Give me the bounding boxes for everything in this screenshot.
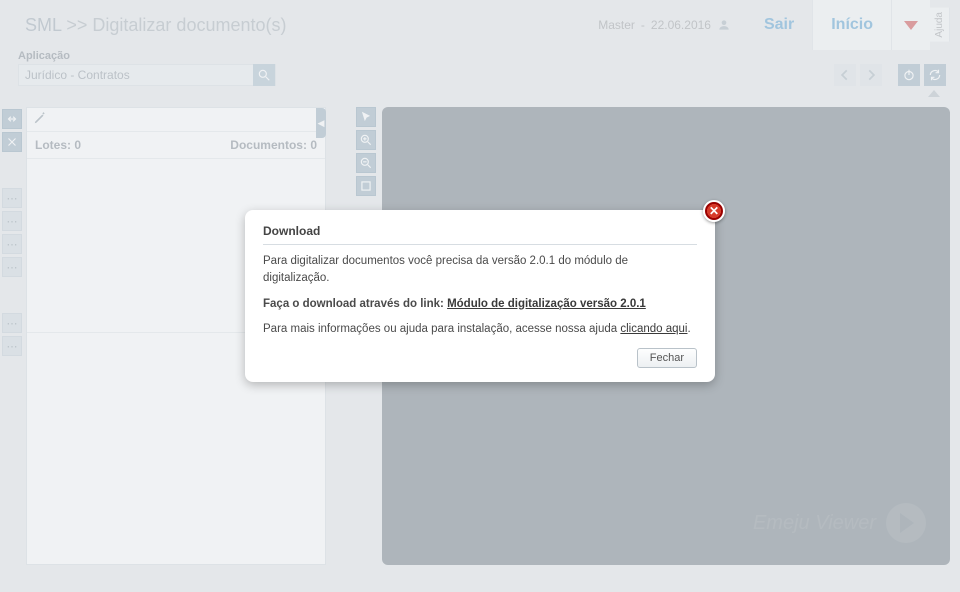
- modal-line-3-prefix: Para mais informações ou ajuda para inst…: [263, 323, 617, 335]
- modal-divider: [263, 244, 697, 245]
- modal-close-footer-button[interactable]: Fechar: [637, 348, 697, 368]
- modal-line-2-prefix: Faça o download através do link:: [263, 298, 444, 310]
- modal-body: Para digitalizar documentos você precisa…: [263, 253, 697, 338]
- download-modal: ✕ Download Para digitalizar documentos v…: [245, 210, 715, 382]
- modal-line-1: Para digitalizar documentos você precisa…: [263, 253, 697, 288]
- modal-overlay: ✕ Download Para digitalizar documentos v…: [0, 0, 960, 592]
- close-icon: ✕: [709, 204, 719, 218]
- modal-actions: Fechar: [263, 348, 697, 368]
- download-module-link[interactable]: Módulo de digitalização versão 2.0.1: [447, 298, 646, 310]
- modal-period: .: [688, 323, 691, 335]
- help-link[interactable]: clicando aqui: [620, 323, 687, 335]
- modal-title: Download: [263, 224, 697, 238]
- modal-close-button[interactable]: ✕: [703, 200, 725, 222]
